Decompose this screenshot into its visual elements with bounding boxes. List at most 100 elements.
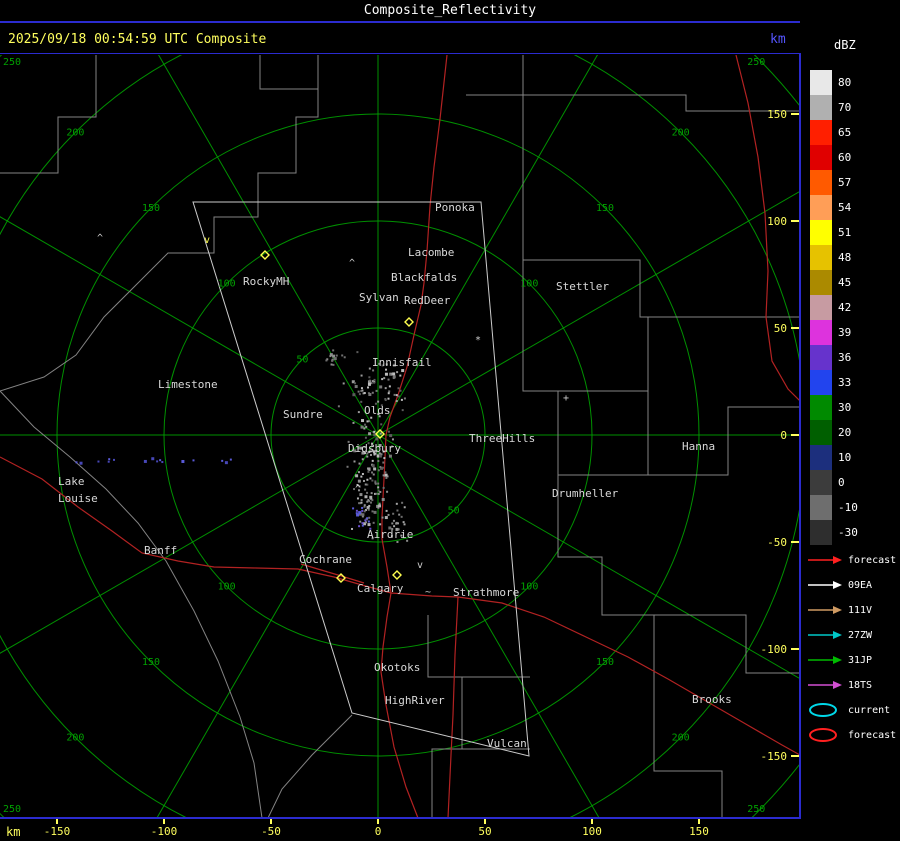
city-label-cochrane: Cochrane: [299, 553, 352, 566]
echo-pixel: [375, 492, 378, 495]
echo-pixel: [367, 520, 370, 523]
dbz-swatch-57: [810, 170, 832, 195]
city-label-olds: Olds: [364, 404, 391, 417]
echo-pixel: [395, 521, 398, 524]
track-arrow-icon: [808, 581, 842, 589]
range-label: 150: [596, 657, 614, 668]
echo-pixel: [366, 420, 369, 423]
city-label-calgary: Calgary: [357, 582, 404, 595]
echo-pixel: [367, 470, 370, 473]
echo-pixel: [367, 499, 370, 502]
echo-pixel: [387, 378, 390, 381]
echo-pixel: [329, 353, 333, 357]
echo-pixel: [400, 398, 403, 401]
dbz-swatch-70: [810, 95, 832, 120]
echo-pixel: [156, 460, 159, 463]
echo-pixel: [361, 458, 364, 461]
echo-pixel: [355, 509, 358, 512]
echo-pixel: [368, 468, 371, 471]
dbz-label: -30: [838, 526, 858, 539]
dbz-label: 65: [838, 126, 852, 139]
echo-pixel: [379, 385, 383, 389]
echo-pixel: [335, 354, 338, 357]
echo-pixel: [357, 390, 360, 393]
echo-pixel: [221, 459, 224, 462]
city-label-blackfalds: Blackfalds: [391, 271, 457, 284]
echo-pixel: [378, 502, 381, 505]
echo-pixel: [360, 387, 363, 390]
x-axis-tick: [270, 819, 272, 824]
dbz-swatch-36: [810, 345, 832, 370]
echo-pixel: [361, 522, 364, 525]
track-label: 09EA: [848, 580, 873, 591]
echo-pixel: [332, 349, 335, 352]
dbz-label: 30: [838, 401, 852, 414]
echo-pixel: [368, 376, 371, 379]
echo-pixel: [392, 512, 395, 515]
echo-pixel: [355, 474, 359, 478]
echo-pixel: [360, 475, 363, 478]
echo-pixel: [358, 525, 361, 528]
range-label: 100: [520, 581, 538, 592]
echo-pixel: [361, 513, 365, 517]
dbz-label: 0: [838, 476, 845, 489]
echo-pixel: [369, 501, 372, 504]
echo-pixel: [387, 397, 390, 400]
x-axis-label: -50: [261, 825, 281, 838]
track-label: 31JP: [848, 655, 873, 666]
city-label-vulcan: Vulcan: [487, 737, 527, 750]
city-label-strathmore: Strathmore: [453, 586, 519, 599]
city-label-sundre: Sundre: [283, 408, 323, 421]
echo-pixel: [383, 457, 386, 460]
dbz-label: 70: [838, 101, 852, 114]
radar-map[interactable]: 50 50 100 100 100 100 150 150 150 150 200 200 200 200…: [0, 0, 900, 841]
echo-pixel: [391, 522, 394, 525]
x-axis-label: 50: [478, 825, 492, 838]
dbz-label: 57: [838, 176, 852, 189]
city-label-ponoka: Ponoka: [435, 201, 475, 214]
city-label-didsbury: Didsbury: [348, 442, 401, 455]
x-axis-tick: [698, 819, 700, 824]
echo-pixel: [388, 385, 391, 388]
echo-pixel: [346, 465, 349, 468]
track-legend-row: current: [806, 698, 900, 723]
dbz-scale-title: dBZ: [834, 38, 856, 52]
x-axis-label: -100: [150, 825, 178, 838]
track-legend-row: 111V: [806, 598, 900, 623]
station-marker: ^: [355, 484, 361, 495]
range-label: 150: [142, 657, 160, 668]
track-arrow-icon: [808, 656, 842, 664]
echo-pixel: [360, 499, 363, 502]
echo-pixel: [357, 479, 361, 483]
track-label: 111V: [848, 605, 873, 616]
echo-pixel: [401, 501, 404, 504]
city-label-reddeer: RedDeer: [404, 294, 451, 307]
track-label: forecast: [848, 555, 897, 566]
echo-pixel: [354, 385, 358, 389]
echo-pixel: [367, 382, 371, 386]
echo-pixel: [366, 491, 369, 494]
echo-pixel: [373, 381, 376, 384]
echo-pixel: [371, 471, 374, 474]
echo-pixel: [361, 506, 364, 509]
dbz-swatch-80: [810, 70, 832, 95]
echo-pixel: [361, 524, 364, 527]
echo-pixel: [402, 521, 405, 524]
echo-pixel: [353, 460, 356, 463]
echo-pixel: [380, 423, 383, 426]
track-legend-row: forecast: [806, 723, 900, 748]
echo-pixel: [389, 373, 392, 376]
echo-pixel: [374, 481, 377, 484]
echo-pixel: [364, 436, 367, 439]
echo-pixel: [367, 523, 371, 527]
echo-pixel: [385, 509, 388, 512]
range-label: 100: [218, 581, 236, 592]
dbz-label: 42: [838, 301, 852, 314]
echo-pixel: [382, 474, 385, 477]
echo-pixel: [387, 430, 390, 433]
dbz-swatch-0: [810, 470, 832, 495]
station-marker: ^: [97, 233, 103, 244]
echo-pixel: [360, 501, 363, 504]
echo-pixel: [181, 459, 185, 463]
range-label: 250: [747, 57, 765, 68]
